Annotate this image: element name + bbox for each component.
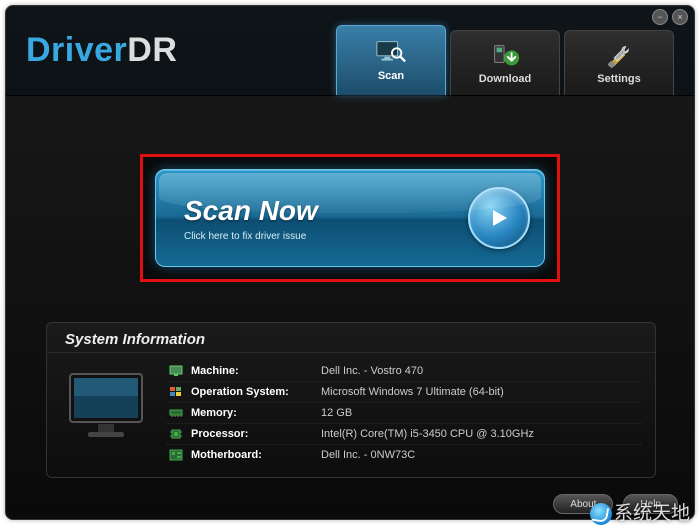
- system-info-table: Machine: Dell Inc. - Vostro 470 Operatio…: [167, 361, 641, 465]
- machine-label: Machine:: [191, 365, 321, 377]
- scan-now-button[interactable]: Scan Now Click here to fix driver issue: [155, 169, 545, 267]
- scan-subtitle: Click here to fix driver issue: [184, 231, 318, 242]
- motherboard-value: Dell Inc. - 0NW73C: [321, 449, 415, 461]
- monitor-icon: [61, 361, 153, 453]
- motherboard-icon: [167, 448, 185, 462]
- tools-icon: [603, 42, 635, 70]
- logo-text-b: DR: [127, 31, 177, 69]
- row-processor: Processor: Intel(R) Core(TM) i5-3450 CPU…: [167, 424, 641, 445]
- header: DriverDR Scan Download Settings: [6, 6, 694, 96]
- motherboard-label: Motherboard:: [191, 449, 321, 461]
- scan-title: Scan Now: [184, 195, 318, 227]
- cpu-icon: [167, 427, 185, 441]
- tab-settings-label: Settings: [597, 73, 640, 85]
- system-info-title: System Information: [47, 323, 655, 353]
- help-label: Help: [640, 499, 661, 510]
- memory-icon: [167, 406, 185, 420]
- app-window: − × DriverDR Scan Download: [5, 5, 695, 520]
- os-icon: [167, 385, 185, 399]
- app-logo: DriverDR: [26, 31, 177, 70]
- monitor-search-icon: [375, 39, 407, 67]
- play-arrow-icon: [468, 187, 530, 249]
- memory-label: Memory:: [191, 407, 321, 419]
- processor-label: Processor:: [191, 428, 321, 440]
- scan-highlight-box: Scan Now Click here to fix driver issue: [140, 154, 560, 282]
- about-button[interactable]: About: [553, 494, 613, 514]
- footer: About Help: [553, 494, 678, 514]
- tab-settings[interactable]: Settings: [564, 30, 674, 95]
- minimize-button[interactable]: −: [652, 9, 668, 25]
- nav-tabs: Scan Download Settings: [336, 6, 674, 95]
- download-icon: [489, 42, 521, 70]
- memory-value: 12 GB: [321, 407, 352, 419]
- tab-scan[interactable]: Scan: [336, 25, 446, 95]
- machine-value: Dell Inc. - Vostro 470: [321, 365, 423, 377]
- scan-text-block: Scan Now Click here to fix driver issue: [184, 195, 318, 242]
- tab-download-label: Download: [479, 73, 532, 85]
- row-machine: Machine: Dell Inc. - Vostro 470: [167, 361, 641, 382]
- row-motherboard: Motherboard: Dell Inc. - 0NW73C: [167, 445, 641, 465]
- about-label: About: [570, 499, 596, 510]
- os-label: Operation System:: [191, 386, 321, 398]
- row-os: Operation System: Microsoft Windows 7 Ul…: [167, 382, 641, 403]
- tab-scan-label: Scan: [378, 70, 404, 82]
- machine-icon: [167, 364, 185, 378]
- os-value: Microsoft Windows 7 Ultimate (64-bit): [321, 386, 504, 398]
- tab-download[interactable]: Download: [450, 30, 560, 95]
- logo-text-a: Driver: [26, 31, 127, 69]
- system-info-panel: System Information Machine: Dell Inc. - …: [46, 322, 656, 478]
- main-content: Scan Now Click here to fix driver issue …: [6, 96, 694, 488]
- window-controls: − ×: [652, 9, 688, 25]
- close-button[interactable]: ×: [672, 9, 688, 25]
- help-button[interactable]: Help: [623, 494, 678, 514]
- system-info-body: Machine: Dell Inc. - Vostro 470 Operatio…: [47, 353, 655, 477]
- processor-value: Intel(R) Core(TM) i5-3450 CPU @ 3.10GHz: [321, 428, 534, 440]
- row-memory: Memory: 12 GB: [167, 403, 641, 424]
